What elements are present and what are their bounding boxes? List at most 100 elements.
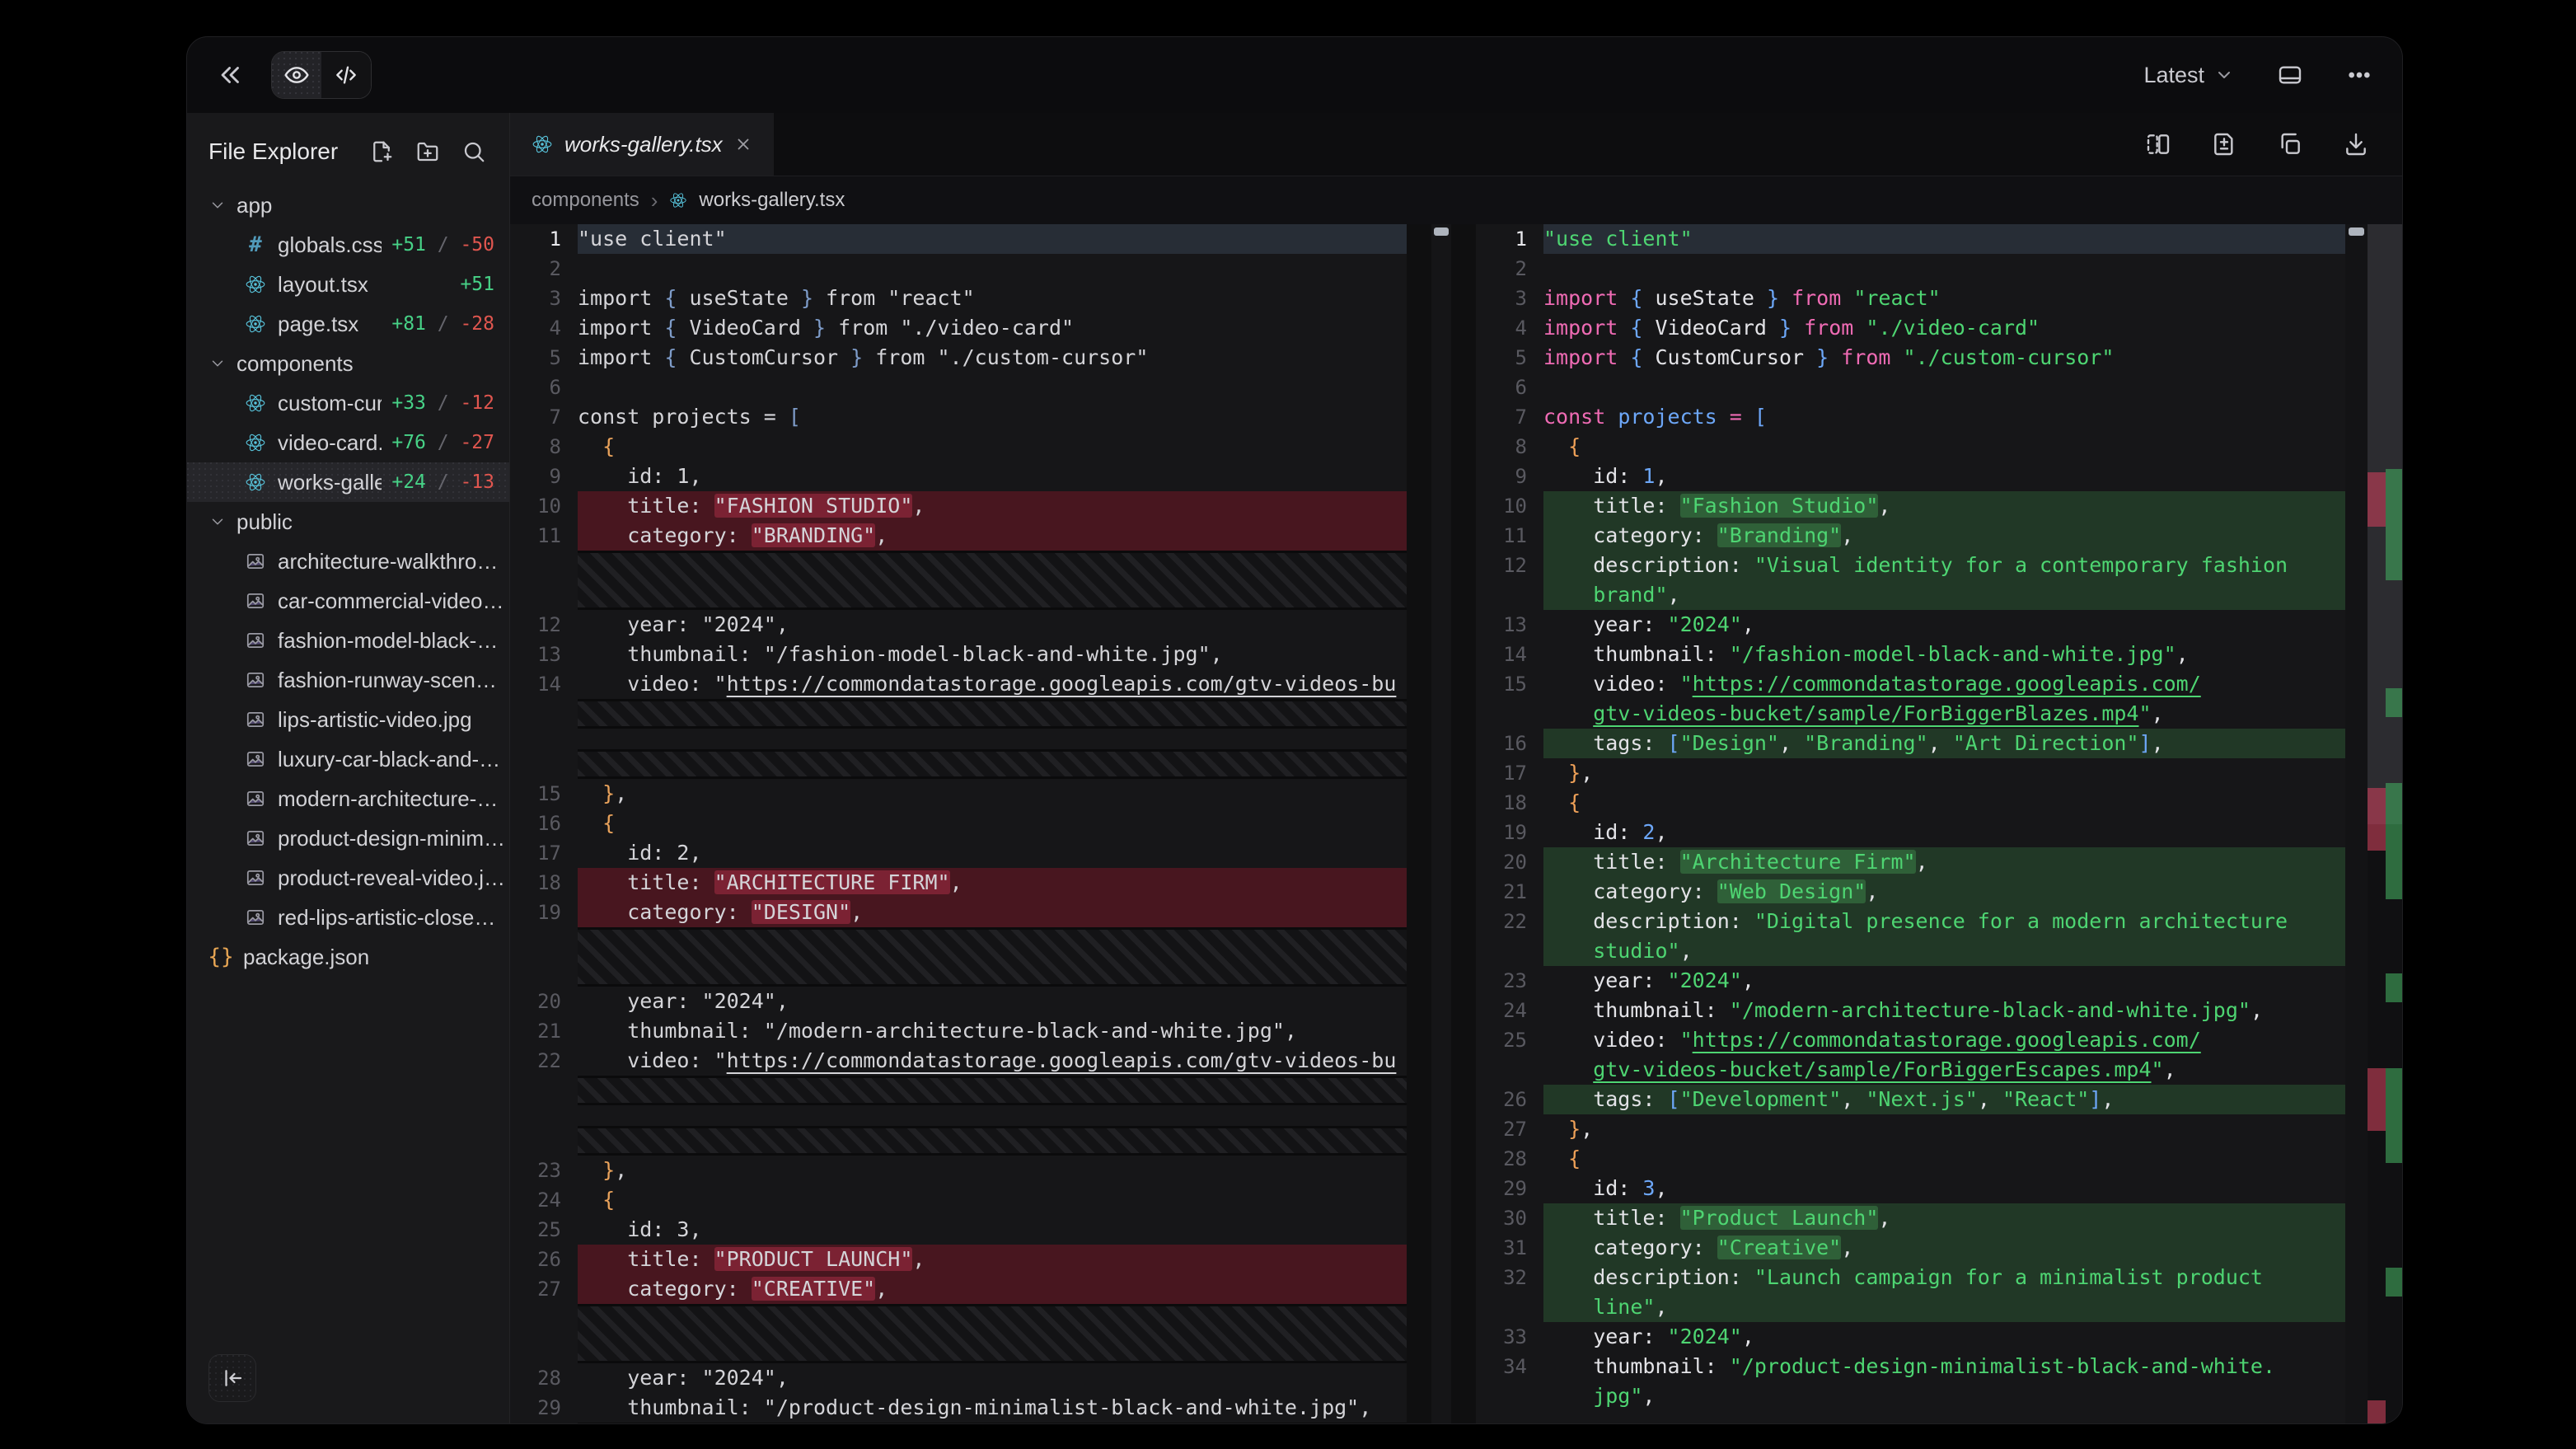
code-line: 4import { VideoCard } from "./video-card…: [510, 313, 1407, 343]
copy-icon: [2277, 131, 2303, 157]
tree-file-fashion-runway-scen-[interactable]: fashion-runway-scen…: [187, 660, 509, 700]
right-scrollbar[interactable]: [2345, 224, 2368, 1423]
tree-item-label: red-lips-artistic-close…: [278, 905, 495, 931]
line-number: 16: [510, 809, 578, 838]
breadcrumb-folder[interactable]: components: [532, 189, 639, 212]
diff-overview-ruler[interactable]: [2368, 224, 2403, 1423]
tree-item-label: works-galler…: [278, 470, 382, 495]
code-line: 17 },: [1476, 758, 2345, 788]
tab-bar: works-gallery.tsx: [510, 113, 2402, 176]
code-line: 21 thumbnail: "/modern-architecture-blac…: [510, 1016, 1407, 1046]
react-icon: [669, 191, 687, 209]
line-number: 11: [510, 521, 578, 551]
code-line: 11 category: "Branding",: [1476, 521, 2345, 551]
line-number: 27: [1476, 1114, 1543, 1144]
braces-icon: {}: [208, 945, 233, 969]
code-line: 34 thumbnail: "/product-design-minimalis…: [1476, 1352, 2345, 1381]
right-scrollbar-thumb[interactable]: [2349, 227, 2364, 236]
line-number: 7: [1476, 402, 1543, 432]
view-diff-button[interactable]: [2206, 126, 2242, 162]
tree-item-label: components: [237, 351, 354, 377]
react-icon: [245, 432, 266, 453]
tree-file-video-card.tsx[interactable]: video-card.tsx+76 / -27: [187, 423, 509, 462]
split-view-button[interactable]: [2140, 126, 2176, 162]
more-options-button[interactable]: [2341, 57, 2377, 93]
tree-file-architecture-walkthro-[interactable]: architecture-walkthro…: [187, 542, 509, 581]
code-line: studio",: [1476, 936, 2345, 966]
split-view-icon: [2145, 131, 2171, 157]
line-number: 1: [510, 224, 578, 254]
line-number: 3: [510, 284, 578, 313]
tree-file-car-commercial-video-[interactable]: car-commercial-video…: [187, 581, 509, 621]
tree-file-fashion-model-black--[interactable]: fashion-model-black-…: [187, 621, 509, 660]
line-number: 18: [1476, 788, 1543, 818]
search-button[interactable]: [457, 134, 491, 169]
line-number: 29: [1476, 1174, 1543, 1203]
line-number: [1476, 1292, 1543, 1322]
tree-folder-public[interactable]: public: [187, 502, 509, 542]
new-folder-button[interactable]: [410, 134, 445, 169]
file-tree: app#globals.css+51 / -50layout.tsx+51pag…: [187, 185, 509, 977]
tree-file-custom-curs-[interactable]: custom-curs…+33 / -12: [187, 383, 509, 423]
tree-folder-app[interactable]: app: [187, 185, 509, 225]
code-line: 32 description: "Launch campaign for a m…: [1476, 1263, 2345, 1292]
code-line: 1"use client": [1476, 224, 2345, 254]
line-number: [510, 1076, 578, 1105]
line-number: 24: [510, 1185, 578, 1215]
breadcrumb-file[interactable]: works-gallery.tsx: [699, 189, 845, 212]
new-file-button[interactable]: [364, 134, 399, 169]
download-icon: [2343, 131, 2369, 157]
left-scrollbar-thumb[interactable]: [1434, 227, 1449, 236]
open-in-browser-button[interactable]: [2272, 57, 2308, 93]
code-line: 31 category: "Creative",: [1476, 1233, 2345, 1263]
file-plus-icon: [369, 139, 394, 164]
collapse-sidebar-button[interactable]: [208, 1354, 256, 1402]
line-number: 25: [510, 1215, 578, 1245]
tree-file-package.json[interactable]: {}package.json: [187, 937, 509, 977]
close-tab-button[interactable]: [734, 135, 752, 153]
tree-file-red-lips-artistic-close-[interactable]: red-lips-artistic-close…: [187, 898, 509, 937]
tab-works-gallery[interactable]: works-gallery.tsx: [510, 113, 774, 176]
react-icon: [245, 471, 266, 493]
ruler-mark-add: [2386, 469, 2403, 580]
tree-file-modern-architecture--[interactable]: modern-architecture-…: [187, 779, 509, 818]
tree-file-globals.css[interactable]: #globals.css+51 / -50: [187, 225, 509, 265]
code-line: 22 video: "https://commondatastorage.goo…: [510, 1046, 1407, 1076]
diff-filler-spacer: [510, 729, 1407, 749]
code-line: gtv-videos-bucket/sample/ForBiggerBlazes…: [1476, 699, 2345, 729]
copy-code-button[interactable]: [2272, 126, 2308, 162]
tree-file-works-galler-[interactable]: works-galler…+24 / -13: [187, 462, 509, 502]
line-number: 20: [510, 987, 578, 1016]
tree-file-product-reveal-video.j-[interactable]: product-reveal-video.j…: [187, 858, 509, 898]
line-number: 22: [510, 1046, 578, 1076]
line-number: [1476, 580, 1543, 610]
tree-folder-components[interactable]: components: [187, 344, 509, 383]
tree-file-luxury-car-black-and--[interactable]: luxury-car-black-and-…: [187, 739, 509, 779]
collapse-panel-button[interactable]: [212, 56, 250, 94]
download-button[interactable]: [2338, 126, 2374, 162]
code-line: 23 year: "2024",: [1476, 966, 2345, 996]
code-line: 8 {: [510, 432, 1407, 462]
tree-file-page.tsx[interactable]: page.tsx+81 / -28: [187, 304, 509, 344]
left-scrollbar[interactable]: [1431, 224, 1451, 1423]
preview-toggle-button[interactable]: [272, 52, 321, 98]
line-number: 26: [510, 1245, 578, 1274]
tree-file-product-design-minim-[interactable]: product-design-minim…: [187, 818, 509, 858]
version-dropdown[interactable]: Latest: [2138, 62, 2239, 89]
diff-file-icon: [2211, 131, 2237, 157]
tree-file-layout.tsx[interactable]: layout.tsx+51: [187, 265, 509, 304]
code-line: 26 tags: ["Development", "Next.js", "Rea…: [1476, 1085, 2345, 1114]
code-line: 7const projects = [: [510, 402, 1407, 432]
line-number: 30: [1476, 1203, 1543, 1233]
tree-file-lips-artistic-video.jpg[interactable]: lips-artistic-video.jpg: [187, 700, 509, 739]
image-icon: [245, 590, 266, 612]
line-number: 3: [1476, 284, 1543, 313]
diff-filler-hatch: [510, 1304, 1407, 1363]
diff-filler-hatch: [510, 927, 1407, 987]
line-number: 15: [510, 779, 578, 809]
line-number: 2: [510, 254, 578, 284]
left-scrollbar-zone: [1407, 224, 1476, 1423]
code-line: 10 title: "FASHION STUDIO",: [510, 491, 1407, 521]
code-toggle-button[interactable]: [321, 52, 371, 98]
code-line: 1"use client": [510, 224, 1407, 254]
